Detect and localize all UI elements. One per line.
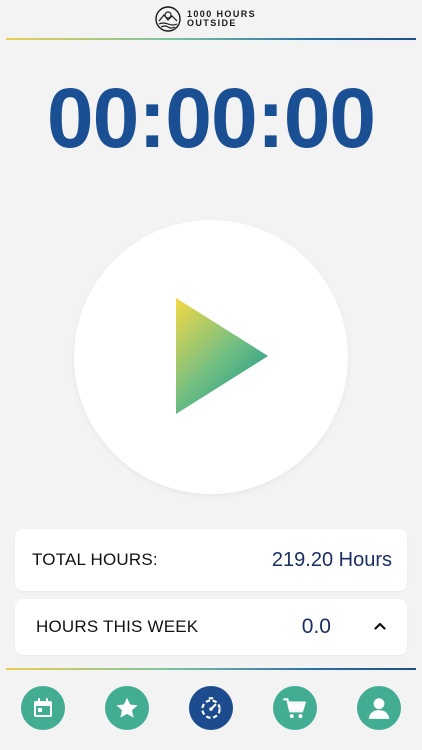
bottom-nav	[0, 670, 422, 750]
nav-shop-button[interactable]	[273, 686, 317, 730]
play-button[interactable]	[74, 220, 348, 494]
profile-icon	[368, 698, 390, 719]
hours-this-week-card[interactable]: HOURS THIS WEEK 0.0	[15, 599, 407, 655]
timer-icon	[201, 697, 221, 719]
header-divider	[6, 38, 416, 40]
nav-calendar-button[interactable]	[21, 686, 65, 730]
total-hours-card: TOTAL HOURS: 219.20 Hours	[15, 529, 407, 591]
chevron-up-icon[interactable]	[373, 619, 387, 633]
timer-screen: 1000 HOURS OUTSIDE 00:00:00 TOTAL HOURS:…	[0, 0, 422, 750]
hours-this-week-value: 0.0	[301, 615, 331, 638]
total-hours-value: 219.20 Hours	[271, 549, 392, 571]
star-icon	[116, 697, 138, 718]
nav-timer-button[interactable]	[189, 686, 233, 730]
cart-icon	[283, 698, 306, 719]
hours-this-week-label: HOURS THIS WEEK	[36, 617, 199, 636]
play-icon	[176, 298, 268, 414]
calendar-icon	[34, 698, 52, 717]
nav-favorites-button[interactable]	[105, 686, 149, 730]
app-header: 1000 HOURS OUTSIDE	[0, 0, 422, 40]
timer-display: 00:00:00	[46, 71, 376, 165]
app-logo: 1000 HOURS OUTSIDE	[155, 6, 256, 32]
logo-wordmark: 1000 HOURS OUTSIDE	[187, 10, 256, 28]
sun-mountain-waves-icon	[155, 6, 181, 32]
total-hours-label: TOTAL HOURS:	[32, 550, 158, 569]
logo-line-2: OUTSIDE	[187, 18, 237, 28]
nav-profile-button[interactable]	[357, 686, 401, 730]
